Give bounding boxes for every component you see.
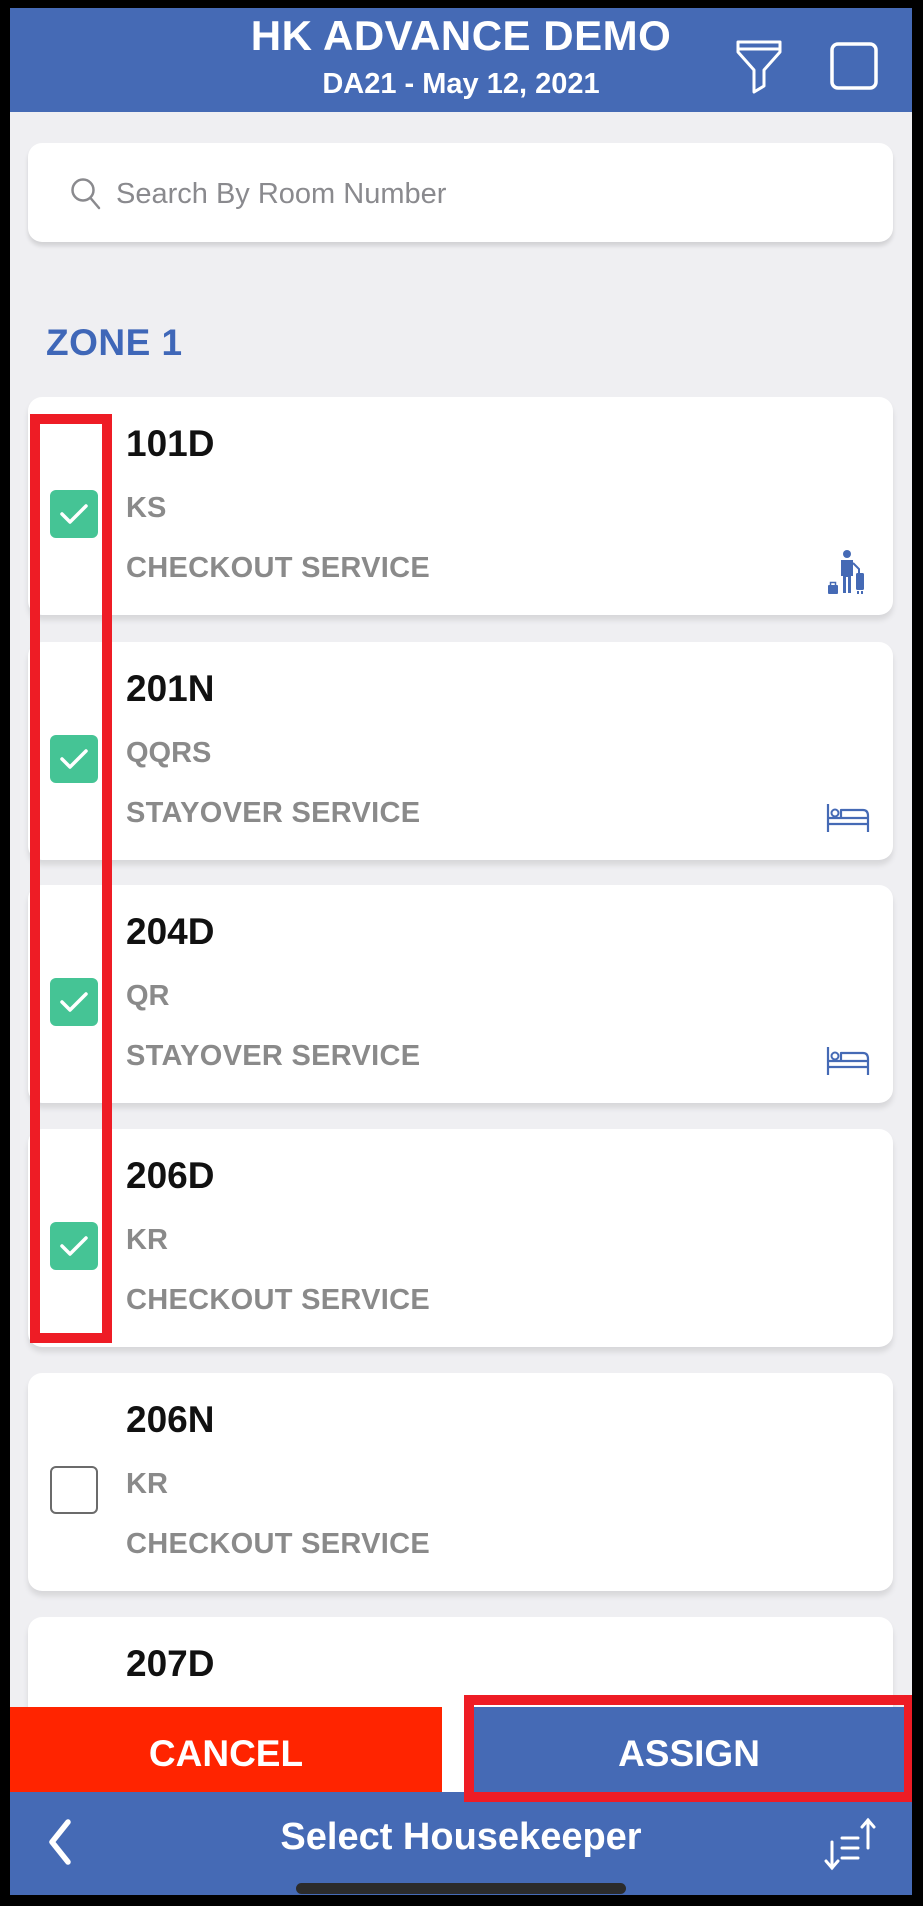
room-number: 206N [126, 1399, 215, 1440]
filter-funnel-icon [736, 40, 782, 94]
room-checkbox[interactable] [50, 978, 98, 1026]
service-type: CHECKOUT SERVICE [126, 1284, 430, 1316]
room-number: 201N [126, 668, 215, 709]
button-divider [442, 1707, 474, 1800]
checkmark-icon [60, 1236, 88, 1256]
app-header: HK ADVANCE DEMO DA21 - May 12, 2021 [10, 8, 912, 112]
room-type-code: KS [126, 492, 167, 524]
room-type-code: QQRS [126, 737, 212, 769]
sort-icon [824, 1817, 876, 1871]
room-type-code: KR [126, 1468, 168, 1500]
room-checkbox[interactable] [50, 490, 98, 538]
room-type-code: QR [126, 980, 170, 1012]
room-number: 206D [126, 1155, 215, 1196]
room-number: 207D [126, 1643, 215, 1684]
search-box [28, 143, 893, 242]
service-type: CHECKOUT SERVICE [126, 1528, 430, 1560]
bottom-bar-title: Select Housekeeper [280, 1816, 642, 1858]
room-card[interactable]: 204D QR STAYOVER SERVICE [28, 885, 893, 1103]
room-card[interactable]: 101D KS CHECKOUT SERVICE [28, 397, 893, 615]
room-card[interactable]: 201N QQRS STAYOVER SERVICE [28, 642, 893, 860]
assign-button[interactable]: ASSIGN [474, 1707, 904, 1800]
room-card[interactable]: 206N KR CHECKOUT SERVICE [28, 1373, 893, 1591]
search-icon [71, 178, 101, 210]
room-number: 101D [126, 423, 215, 464]
zone-title: ZONE 1 [46, 322, 183, 363]
phone-screen: HK ADVANCE DEMO DA21 - May 12, 2021 ZONE… [10, 8, 912, 1895]
room-number: 204D [126, 911, 215, 952]
home-indicator[interactable] [296, 1883, 626, 1894]
room-checkbox[interactable] [50, 735, 98, 783]
bottom-nav-bar: Select Housekeeper [10, 1792, 912, 1895]
guest-with-luggage-icon [828, 550, 864, 594]
room-checkbox[interactable] [50, 1222, 98, 1270]
cancel-button[interactable]: CANCEL [10, 1707, 442, 1800]
bed-icon [826, 1047, 870, 1075]
room-checkbox[interactable] [50, 1466, 98, 1514]
service-type: CHECKOUT SERVICE [126, 552, 430, 584]
button-edge [904, 1707, 912, 1800]
room-type-code: KR [126, 1224, 168, 1256]
service-type: STAYOVER SERVICE [126, 797, 421, 829]
sort-button[interactable] [822, 1812, 882, 1876]
room-card[interactable]: 206D KR CHECKOUT SERVICE [28, 1129, 893, 1347]
checkmark-icon [60, 504, 88, 524]
checkmark-icon [60, 992, 88, 1012]
checkbox-empty-icon [830, 42, 878, 90]
search-input[interactable] [114, 165, 858, 223]
service-type: STAYOVER SERVICE [126, 1040, 421, 1072]
select-all-checkbox[interactable] [830, 42, 878, 90]
bed-icon [826, 804, 870, 832]
checkmark-icon [60, 749, 88, 769]
filter-button[interactable] [734, 38, 784, 94]
